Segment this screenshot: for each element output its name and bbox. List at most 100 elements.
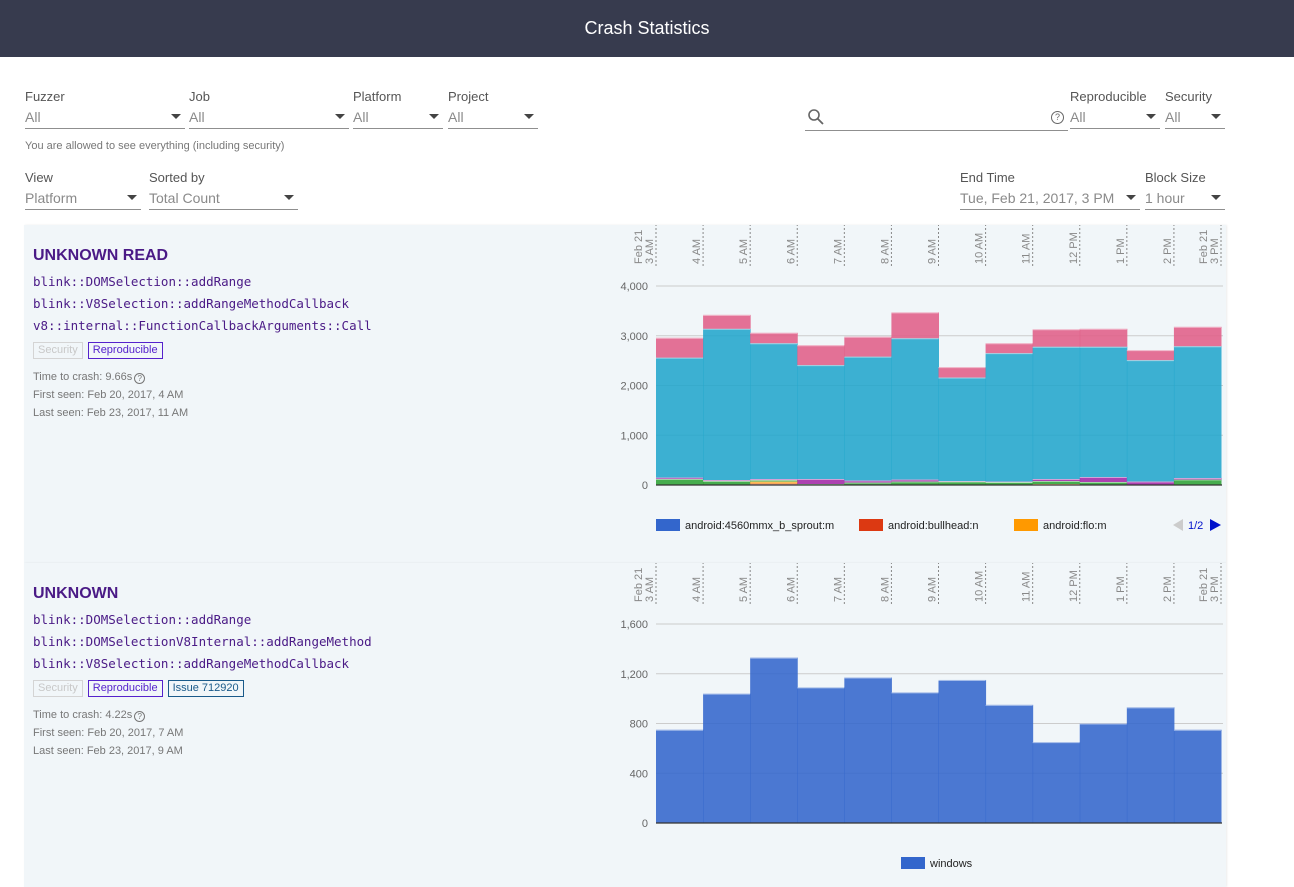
- x-tick-label-group: 7 AM: [832, 577, 844, 602]
- y-tick-label: 1,000: [620, 430, 648, 442]
- x-tick-label: 6 AM: [785, 577, 797, 602]
- project-select[interactable]: All: [448, 108, 538, 129]
- x-tick-label: 3 AM: [644, 239, 656, 264]
- x-tick-label: 2 PM: [1162, 576, 1174, 602]
- project-value: All: [448, 109, 464, 125]
- help-icon[interactable]: ?: [134, 373, 146, 384]
- x-tick-label: 10 AM: [974, 233, 986, 264]
- end-time-select[interactable]: Tue, Feb 21, 2017, 3 PM: [960, 189, 1140, 210]
- x-tick-label: 10 AM: [974, 571, 986, 602]
- issue-badge[interactable]: Issue 712920: [167, 680, 244, 697]
- project-filter[interactable]: Project All: [448, 89, 538, 129]
- crash-title[interactable]: UNKNOWN READ: [33, 247, 168, 265]
- badge-row: Security Reproducible Issue 712920: [33, 680, 244, 697]
- x-tick-label: 11 AM: [1021, 234, 1033, 264]
- stack-frame: blink::DOMSelection::addRange: [33, 274, 252, 289]
- x-tick-label: 9 AM: [927, 239, 939, 264]
- x-tick-label-group: 12 PM: [1068, 232, 1080, 264]
- sorted-by-value: Total Count: [149, 190, 220, 206]
- y-tick-label: 800: [630, 719, 648, 731]
- platform-select[interactable]: All: [353, 108, 443, 129]
- x-tick-label-group: 8 AM: [879, 239, 891, 264]
- stack-frame: blink::DOMSelection::addRange: [33, 612, 252, 627]
- x-tick-label-group: Feb 21 3 AM: [633, 568, 656, 602]
- bar-segment: [1079, 328, 1128, 347]
- x-tick-label-group: 12 PM: [1068, 570, 1080, 602]
- x-tick-label: 12 PM: [1068, 570, 1080, 602]
- chevron-down-icon: [171, 114, 181, 119]
- job-filter[interactable]: Job All: [189, 89, 349, 129]
- x-tick-label-group: 6 AM: [785, 239, 797, 264]
- job-label: Job: [189, 89, 210, 104]
- last-seen: Last seen: Feb 23, 2017, 11 AM: [33, 407, 189, 419]
- chevron-down-icon: [1146, 114, 1156, 119]
- legend-next-icon[interactable]: [1210, 519, 1221, 531]
- page-title: Crash Statistics: [584, 18, 710, 38]
- bar-segment: [797, 365, 845, 480]
- x-tick-label-group: 2 PM: [1162, 576, 1174, 602]
- bar-segment: [1173, 346, 1222, 479]
- x-tick-label-group: 4 AM: [691, 239, 703, 264]
- bar-segment: [797, 345, 845, 366]
- x-tick-label-group: 8 AM: [879, 577, 891, 602]
- x-tick-label-group: 11 AM: [1021, 234, 1033, 264]
- time-to-crash: Time to crash: 9.66s?: [33, 368, 188, 386]
- view-select[interactable]: Platform: [25, 189, 141, 210]
- security-select[interactable]: All: [1165, 108, 1225, 129]
- x-tick-label-group: Feb 21 3 AM: [633, 230, 656, 264]
- fuzzer-filter[interactable]: Fuzzer All: [25, 89, 185, 129]
- x-tick-label: 9 AM: [927, 577, 939, 602]
- bar-segment: [1126, 707, 1175, 823]
- reproducible-select[interactable]: All: [1070, 108, 1160, 129]
- x-tick-label: 1 PM: [1115, 238, 1127, 264]
- bar-segment: [1126, 360, 1175, 482]
- bar-segment: [985, 704, 1034, 823]
- end-time-filter[interactable]: End Time Tue, Feb 21, 2017, 3 PM: [960, 170, 1140, 210]
- bar-segment: [938, 679, 987, 823]
- bar-segment: [1079, 346, 1128, 478]
- platform-filter[interactable]: Platform All: [353, 89, 443, 129]
- search-input[interactable]: [831, 107, 1041, 127]
- platform-value: All: [353, 109, 369, 125]
- legend-swatch: [656, 519, 680, 531]
- stack-frame: blink::V8Selection::addRangeMethodCallba…: [33, 656, 350, 671]
- help-icon[interactable]: ?: [1051, 111, 1064, 124]
- x-tick-label: 8 AM: [879, 577, 891, 602]
- block-size-select[interactable]: 1 hour: [1145, 189, 1225, 210]
- sorted-by-select[interactable]: Total Count: [149, 189, 298, 210]
- sorted-by-label: Sorted by: [149, 170, 205, 185]
- legend-prev-icon: [1173, 519, 1183, 531]
- last-seen: Last seen: Feb 23, 2017, 9 AM: [33, 745, 183, 757]
- block-size-filter[interactable]: Block Size 1 hour: [1145, 170, 1225, 210]
- crash-chart-2: Feb 21 3 AM 4 AM 5 AM 6 AM 7 AM 8 AM 9 AM 10 AM 1…: [620, 563, 1223, 870]
- x-tick-label: 1 PM: [1115, 576, 1127, 602]
- bar-segment: [985, 343, 1034, 354]
- bar-segment: [1173, 326, 1222, 347]
- y-tick-label: 1,200: [620, 669, 648, 681]
- legend-label: android:flo:m: [1043, 520, 1107, 532]
- job-select[interactable]: All: [189, 108, 349, 129]
- help-icon[interactable]: ?: [134, 711, 146, 722]
- bar-segment: [1173, 729, 1222, 823]
- view-value: Platform: [25, 190, 78, 206]
- view-filter[interactable]: View Platform: [25, 170, 141, 210]
- y-tick-label: 3,000: [620, 331, 648, 343]
- sorted-by-filter[interactable]: Sorted by Total Count: [149, 170, 298, 210]
- fuzzer-select[interactable]: All: [25, 108, 185, 129]
- bar-segment: [891, 692, 939, 823]
- security-filter[interactable]: Security All: [1165, 89, 1225, 129]
- chevron-down-icon: [335, 114, 345, 119]
- reproducible-label: Reproducible: [1070, 89, 1147, 104]
- crash-meta: Time to crash: 4.22s? First seen: Feb 20…: [33, 706, 183, 760]
- y-tick-label: 2,000: [620, 381, 648, 393]
- x-tick-label: 3 AM: [644, 577, 656, 602]
- x-tick-label-group: 9 AM: [927, 577, 939, 602]
- y-tick-label: 4,000: [620, 281, 648, 293]
- reproducible-filter[interactable]: Reproducible All: [1070, 89, 1160, 129]
- x-tick-label-group: 5 AM: [738, 577, 750, 602]
- x-tick-label: 3 PM: [1209, 576, 1221, 602]
- y-tick-label: 0: [642, 480, 648, 492]
- crash-title[interactable]: UNKNOWN: [33, 585, 118, 603]
- search-field[interactable]: ?: [805, 103, 1068, 131]
- job-value: All: [189, 109, 205, 125]
